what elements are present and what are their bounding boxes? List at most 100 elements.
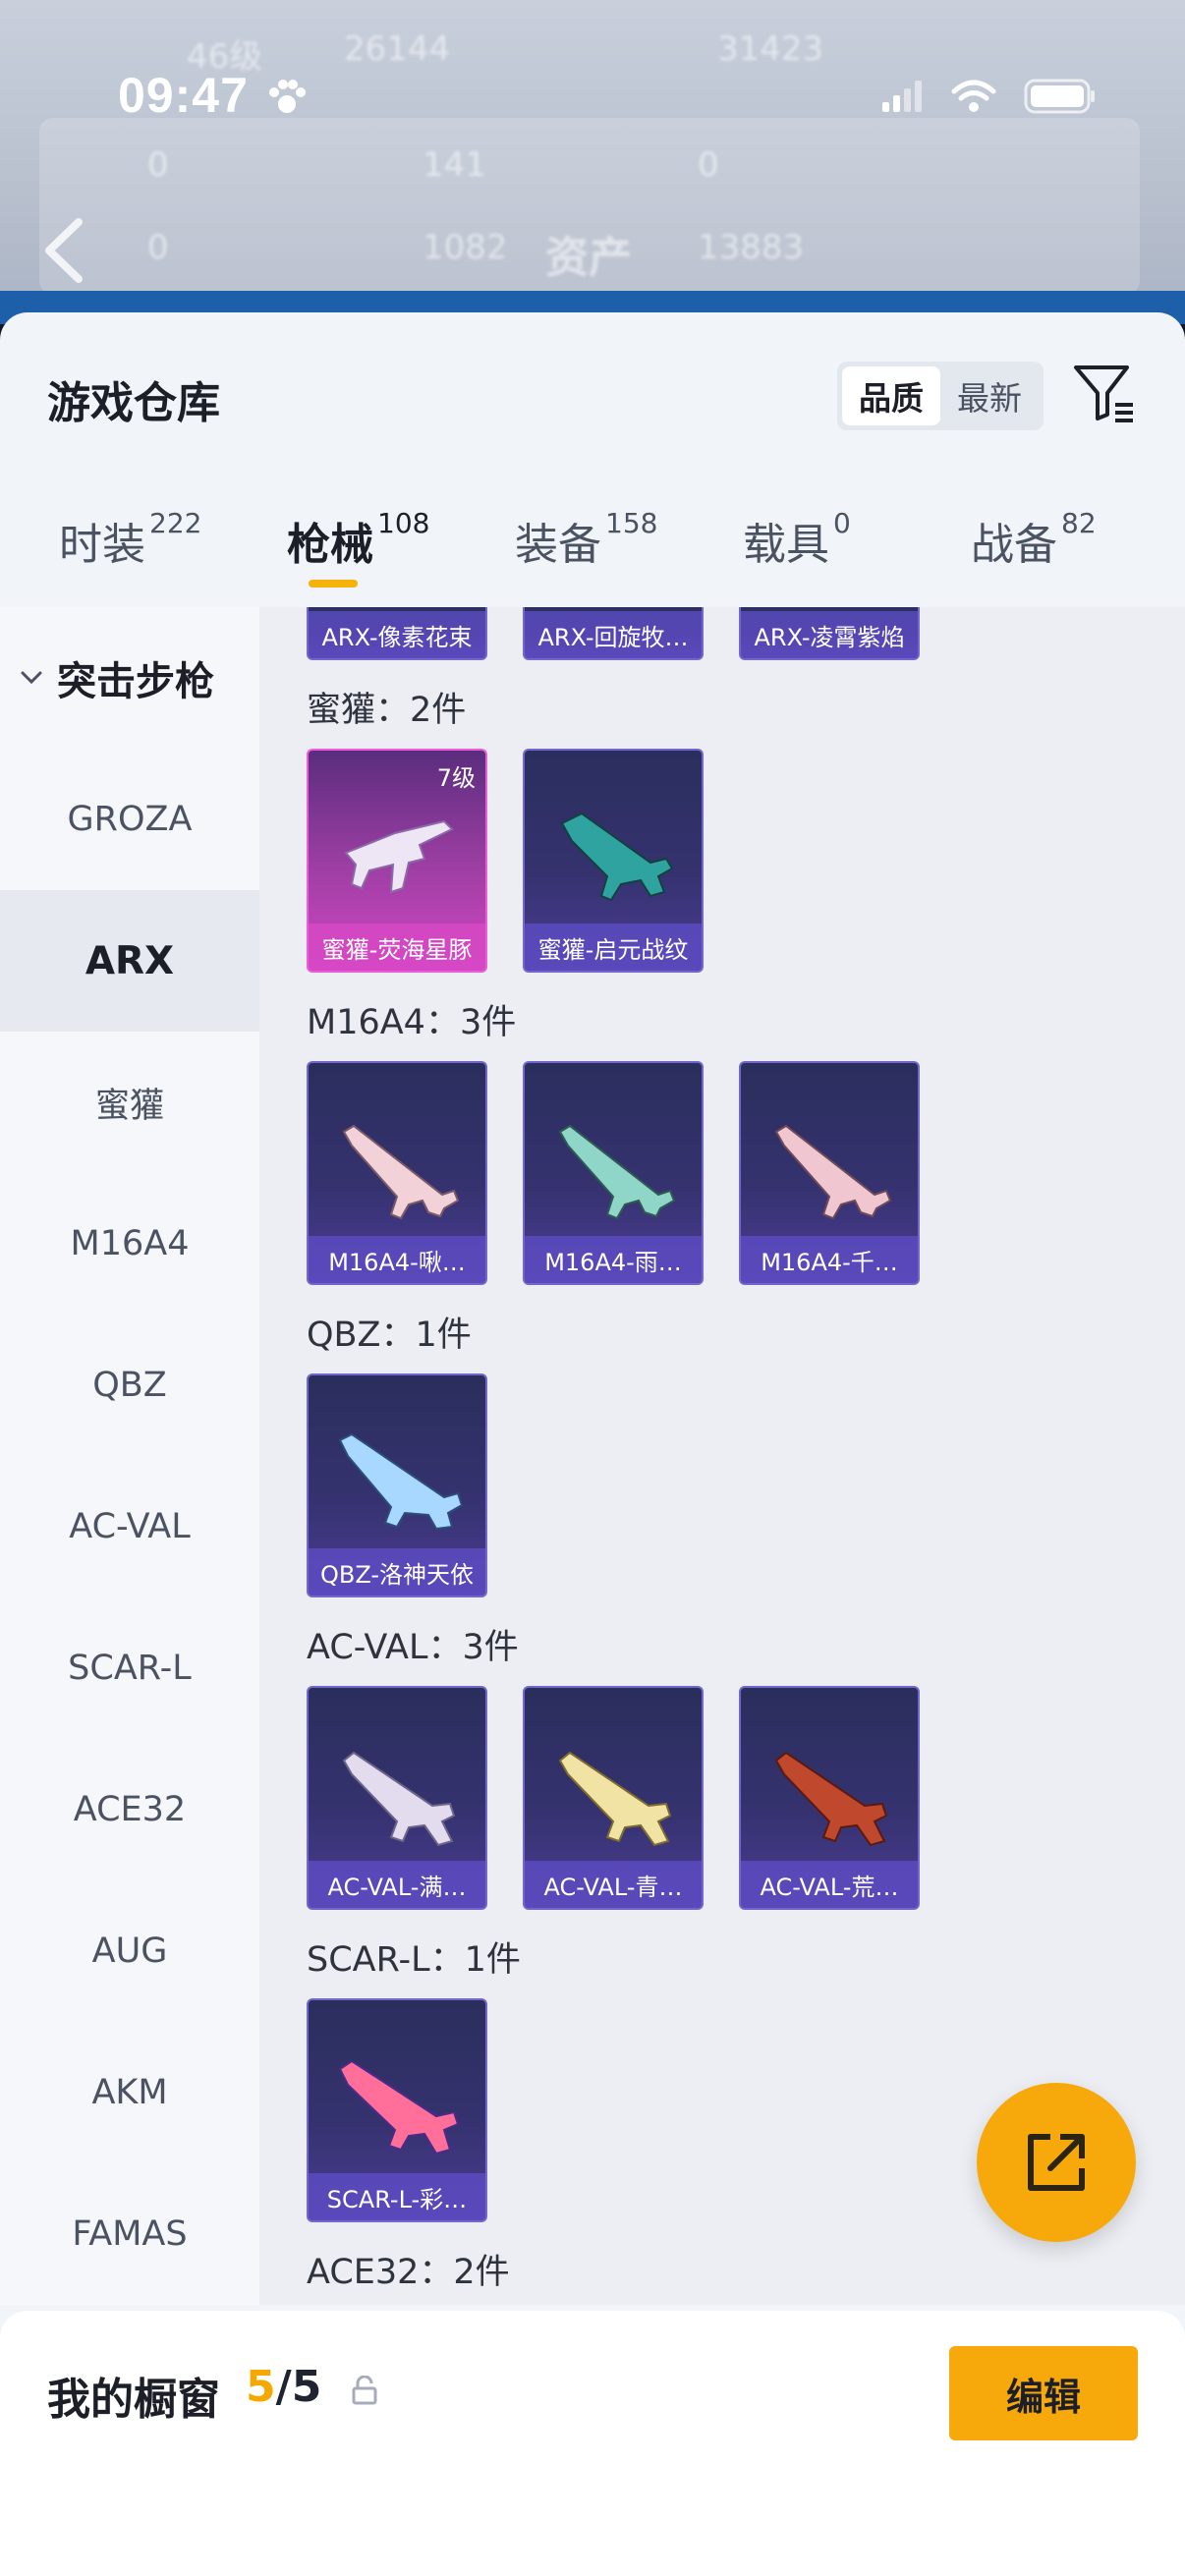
smg-icon bbox=[344, 819, 454, 894]
rifle-icon bbox=[774, 1751, 888, 1847]
sidebar-group-label: 突击步枪 bbox=[57, 659, 214, 704]
weapon-card[interactable]: M16A4-雨… bbox=[523, 1061, 704, 1285]
rifle-icon bbox=[558, 1124, 676, 1220]
group-title-ac-val: AC-VAL：3件 bbox=[307, 1628, 519, 1667]
weapon-name: AC-VAL-青… bbox=[525, 1861, 702, 1908]
battery-icon bbox=[1024, 79, 1095, 114]
weapon-name: AC-VAL-满… bbox=[309, 1861, 485, 1908]
tab-label: 载具 bbox=[743, 520, 829, 570]
group-title-scar-l: SCAR-L：1件 bbox=[307, 1940, 521, 1980]
weapon-name: ARX-凌霄紫焰 bbox=[741, 611, 918, 658]
sidebar-item-groza[interactable]: GROZA bbox=[0, 749, 259, 890]
weapon-name: ARX-回旋牧… bbox=[525, 611, 702, 658]
bg-stat-4: 0 bbox=[147, 228, 169, 267]
weapon-card[interactable]: M16A4-千… bbox=[739, 1061, 920, 1285]
rifle-icon bbox=[774, 1124, 892, 1220]
bg-stat-5: 1082 bbox=[423, 228, 508, 267]
sidebar-item-mihuan[interactable]: 蜜獾 bbox=[0, 1032, 259, 1173]
sidebar-item-m16a4[interactable]: M16A4 bbox=[0, 1173, 259, 1315]
weapon-name: SCAR-L-彩… bbox=[309, 2173, 485, 2220]
sort-quality-button[interactable]: 品质 bbox=[842, 366, 940, 425]
weapon-name: ARX-像素花束 bbox=[309, 611, 485, 658]
bg-stat-3: 0 bbox=[698, 145, 719, 185]
weapon-name: AC-VAL-荒… bbox=[741, 1861, 918, 1908]
showcase-total: /5 bbox=[275, 2362, 322, 2412]
tab-count: 222 bbox=[149, 507, 202, 539]
share-icon bbox=[1028, 2134, 1085, 2191]
sidebar-item-qbz[interactable]: QBZ bbox=[0, 1315, 259, 1456]
weapon-card[interactable]: SCAR-L-彩… bbox=[307, 1998, 487, 2222]
category-tabs: 时装 222 枪械 108 装备 158 载具 0 战备 82 bbox=[0, 479, 1185, 607]
tab-fashion[interactable]: 时装 222 bbox=[59, 507, 202, 572]
bg-stat-1: 0 bbox=[147, 145, 169, 185]
status-bar: 09:47 bbox=[0, 59, 1185, 138]
tab-label: 装备 bbox=[515, 520, 601, 570]
weapon-name: M16A4-啾… bbox=[309, 1236, 485, 1283]
showcase-title: 我的橱窗 bbox=[47, 2375, 220, 2425]
sidebar-item-ace32[interactable]: ACE32 bbox=[0, 1739, 259, 1880]
warehouse-sheet: 游戏仓库 品质 最新 时装 222 枪械 108 装备 158 载具 0 战备 … bbox=[0, 312, 1185, 2576]
weapon-type-sidebar: 突击步枪 GROZA ARX 蜜獾 M16A4 QBZ AC-VAL SCAR-… bbox=[0, 607, 259, 2305]
rifle-icon bbox=[342, 1124, 460, 1220]
sidebar-item-akm[interactable]: AKM bbox=[0, 2022, 259, 2163]
tab-label: 时装 bbox=[59, 520, 145, 570]
weapon-card[interactable]: ARX-像素花束 bbox=[307, 607, 487, 660]
group-title-mihuan: 蜜獾：2件 bbox=[307, 691, 467, 730]
weapon-card[interactable]: ARX-凌霄紫焰 bbox=[739, 607, 920, 660]
sort-toggle: 品质 最新 bbox=[837, 362, 1044, 430]
group-title-ace32: ACE32：2件 bbox=[307, 2253, 510, 2292]
background-header: 46级 26144 31423 0 141 0 0 1082 资产 13883 … bbox=[0, 0, 1185, 324]
filter-icon bbox=[1074, 365, 1133, 422]
weapon-card[interactable]: 蜜獾-启元战纹 bbox=[523, 749, 704, 973]
showcase-used: 5 bbox=[246, 2362, 276, 2412]
weapon-name: 蜜獾-启元战纹 bbox=[525, 924, 702, 971]
rifle-icon bbox=[338, 2059, 460, 2156]
wifi-icon bbox=[951, 80, 996, 112]
active-tab-indicator bbox=[309, 580, 358, 588]
bg-stat-6: 13883 bbox=[698, 228, 805, 267]
sidebar-group-assault-rifles[interactable]: 突击步枪 bbox=[0, 607, 259, 749]
group-title-qbz: QBZ：1件 bbox=[307, 1316, 472, 1355]
rifle-icon bbox=[338, 1432, 464, 1531]
weapon-card[interactable]: AC-VAL-青… bbox=[523, 1686, 704, 1910]
sidebar-item-scar-l[interactable]: SCAR-L bbox=[0, 1597, 259, 1739]
chevron-down-icon bbox=[21, 671, 42, 685]
weapon-name: 蜜獾-荧海星豚 bbox=[309, 924, 485, 971]
signal-icon bbox=[882, 81, 922, 112]
tab-label: 战备 bbox=[971, 520, 1057, 570]
tab-count: 82 bbox=[1061, 507, 1097, 539]
showcase-count: 5/5 bbox=[246, 2362, 321, 2412]
share-button[interactable] bbox=[977, 2083, 1136, 2242]
sidebar-item-ac-val[interactable]: AC-VAL bbox=[0, 1456, 259, 1597]
showcase-bar: 我的橱窗 5/5 编辑 bbox=[0, 2311, 1185, 2576]
weapon-name: M16A4-千… bbox=[741, 1236, 918, 1283]
smg-icon bbox=[560, 812, 674, 902]
weapon-card[interactable]: ARX-回旋牧… bbox=[523, 607, 704, 660]
tab-tactical[interactable]: 战备 82 bbox=[971, 507, 1097, 572]
weapon-card[interactable]: AC-VAL-满… bbox=[307, 1686, 487, 1910]
sidebar-item-arx[interactable]: ARX bbox=[0, 890, 259, 1032]
tab-count: 108 bbox=[377, 507, 430, 539]
weapon-name: M16A4-雨… bbox=[525, 1236, 702, 1283]
sort-latest-button[interactable]: 最新 bbox=[940, 366, 1039, 425]
weapon-name: QBZ-洛神天依 bbox=[309, 1548, 485, 1596]
sidebar-item-famas[interactable]: FAMAS bbox=[0, 2163, 259, 2305]
tab-equipment[interactable]: 装备 158 bbox=[515, 507, 657, 572]
rifle-icon bbox=[342, 1751, 456, 1847]
weapon-grid: ARX-像素花束 ARX-回旋牧… ARX-凌霄紫焰 蜜獾：2件 7级 蜜獾-荧… bbox=[259, 607, 1185, 2305]
weapon-card[interactable]: AC-VAL-荒… bbox=[739, 1686, 920, 1910]
level-badge: 7级 bbox=[436, 764, 476, 792]
weapon-card[interactable]: 7级 蜜獾-荧海星豚 bbox=[307, 749, 487, 973]
tab-vehicles[interactable]: 载具 0 bbox=[743, 507, 851, 572]
paw-icon bbox=[269, 80, 306, 113]
filter-button[interactable] bbox=[1069, 358, 1140, 428]
sidebar-item-aug[interactable]: AUG bbox=[0, 1880, 259, 2022]
group-title-m16a4: M16A4：3件 bbox=[307, 1003, 517, 1042]
weapon-card[interactable]: QBZ-洛神天依 bbox=[307, 1373, 487, 1597]
tab-firearms[interactable]: 枪械 108 bbox=[287, 507, 430, 572]
weapon-card[interactable]: M16A4-啾… bbox=[307, 1061, 487, 1285]
rifle-icon bbox=[558, 1751, 672, 1847]
edit-button[interactable]: 编辑 bbox=[949, 2346, 1138, 2440]
back-icon[interactable] bbox=[39, 216, 88, 285]
bg-stat-2: 141 bbox=[423, 145, 486, 185]
